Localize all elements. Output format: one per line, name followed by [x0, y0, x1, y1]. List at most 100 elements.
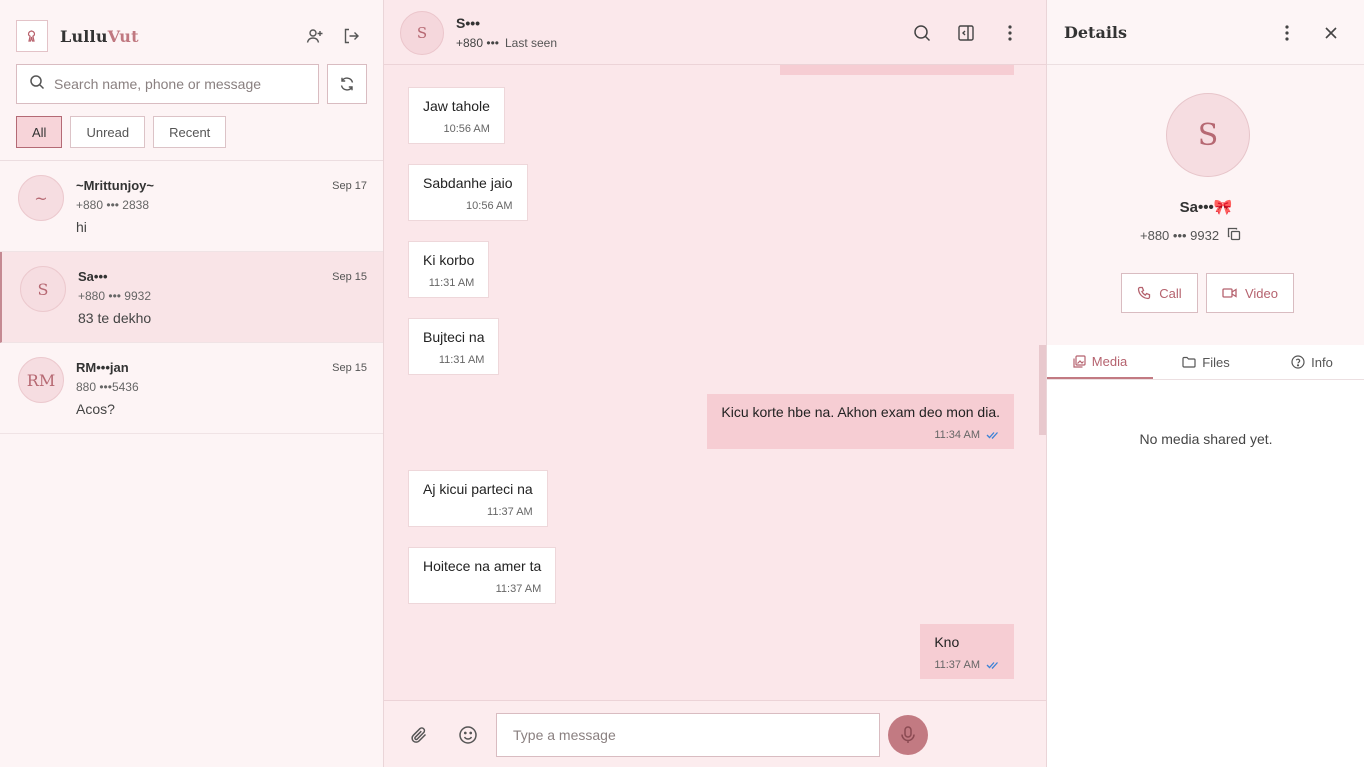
chat-preview: Acos?: [76, 401, 115, 417]
message-text: Jaw tahole: [423, 98, 490, 114]
avatar: RM: [18, 357, 64, 403]
chat-phone: 880 •••5436: [76, 380, 139, 394]
message-bubble-outgoing[interactable]: Kicu korte hbe na. Akhon exam deo mon di…: [707, 394, 1014, 449]
chat-list-item[interactable]: S Sa••• +880 ••• 9932 83 te dekho Sep 15: [0, 252, 383, 343]
tab-label: Media: [1091, 353, 1128, 369]
chat-date: Sep 15: [332, 362, 367, 374]
emoji-icon[interactable]: [457, 724, 479, 746]
microphone-icon: [901, 726, 915, 743]
chat-name: ~Mrittunjoy~: [76, 178, 155, 193]
chat-name: Sa•••: [78, 269, 108, 284]
search-icon: [29, 74, 45, 95]
message-bubble-incoming[interactable]: Ki korbo 11:31 AM: [408, 241, 490, 298]
details-title: Details: [1064, 23, 1127, 42]
chat-date: Sep 15: [332, 271, 367, 283]
avatar: S: [20, 266, 66, 312]
message-text: Kno: [934, 634, 960, 650]
details-tabs: Media Files Info: [1047, 345, 1364, 380]
phone-icon: [1138, 286, 1151, 300]
chat-sidebar: LulluVut All Unread Recent ~ ~Mrittunjoy…: [0, 0, 384, 767]
message-bubble-outgoing[interactable]: Kno 11:37 AM: [920, 624, 1014, 679]
message-time: 11:31 AM: [428, 277, 475, 289]
logout-icon[interactable]: [340, 25, 362, 47]
message-list[interactable]: Jaw tahole 10:56 AM Sabdanhe jaio 10:56 …: [384, 65, 1046, 700]
flower-icon: [16, 20, 48, 52]
contact-phone-row: +880 ••• 9932: [1140, 227, 1241, 244]
add-contact-icon[interactable]: [304, 25, 326, 47]
message-time: 11:37 AM: [495, 583, 542, 595]
last-seen: Last seen: [504, 36, 558, 50]
scrollbar-thumb[interactable]: [1039, 345, 1046, 435]
brand: LulluVut: [16, 20, 139, 52]
tab-files[interactable]: Files: [1153, 345, 1259, 379]
message-time: 11:37 AM: [487, 506, 533, 518]
video-button[interactable]: Video: [1206, 273, 1294, 313]
message-bubble-incoming[interactable]: Hoitece na amer ta 11:37 AM: [408, 547, 557, 604]
chat-date: Sep 17: [332, 180, 367, 192]
chat-list-item[interactable]: ~ ~Mrittunjoy~ +880 ••• 2838 hi Sep 17: [0, 161, 383, 252]
message-text: Aj kicui parteci na: [423, 481, 533, 497]
contact-phone: +880 •••: [456, 36, 499, 50]
contact-name: S•••: [456, 15, 481, 31]
message-text: Bujteci na: [423, 329, 485, 345]
message-bubble-incoming[interactable]: Bujteci na 11:31 AM: [408, 318, 500, 375]
message-bubble-partial: [780, 65, 1014, 75]
conversation-header: S S••• +880 ••• Last seen: [384, 0, 1046, 65]
chat-list-item[interactable]: RM RM•••jan 880 •••5436 Acos? Sep 15: [0, 343, 383, 434]
details-panel: Details S Sa•••🎀 +880 ••• 9932 Call Vide…: [1046, 0, 1364, 767]
refresh-button[interactable]: [327, 64, 367, 104]
filter-unread[interactable]: Unread: [70, 116, 146, 148]
details-header: Details: [1047, 0, 1364, 65]
empty-state-text: No media shared yet.: [1139, 431, 1273, 447]
message-text: Ki korbo: [423, 252, 475, 268]
avatar: S: [1166, 93, 1250, 177]
message-input[interactable]: [496, 713, 880, 757]
contact-profile: S Sa•••🎀 +880 ••• 9932 Call Video: [1047, 65, 1364, 345]
chat-preview: hi: [76, 219, 87, 235]
avatar[interactable]: S: [400, 11, 444, 55]
conversation-panel: S S••• +880 ••• Last seen Jaw tahole 10:…: [384, 0, 1046, 767]
chat-filters: All Unread Recent: [16, 116, 227, 148]
read-receipt-icon: [986, 662, 998, 669]
message-bubble-incoming[interactable]: Aj kicui parteci na 11:37 AM: [408, 470, 548, 527]
message-bubble-incoming[interactable]: Sabdanhe jaio 10:56 AM: [408, 164, 528, 221]
chat-list: ~ ~Mrittunjoy~ +880 ••• 2838 hi Sep 17 S…: [0, 161, 383, 434]
tab-label: Files: [1202, 354, 1230, 370]
contact-name: Sa•••🎀: [1179, 199, 1233, 216]
message-text: Hoitece na amer ta: [423, 558, 542, 574]
message-text: Kicu korte hbe na. Akhon exam deo mon di…: [721, 404, 1000, 420]
chat-preview: 83 te dekho: [78, 310, 152, 326]
chat-phone: +880 ••• 9932: [78, 289, 151, 303]
call-label: Call: [1159, 285, 1182, 301]
paperclip-icon[interactable]: [409, 724, 431, 746]
message-time: 11:31 AM: [438, 354, 485, 366]
call-button[interactable]: Call: [1121, 273, 1198, 313]
tab-info[interactable]: Info: [1259, 345, 1364, 379]
search-icon[interactable]: [910, 21, 934, 45]
avatar: ~: [18, 175, 64, 221]
chat-phone: +880 ••• 2838: [76, 198, 149, 212]
tab-label: Info: [1311, 354, 1333, 370]
message-time: 11:37 AM: [934, 659, 980, 671]
tab-media[interactable]: Media: [1047, 345, 1153, 379]
image-icon: [1073, 354, 1086, 368]
read-receipt-icon: [986, 432, 998, 439]
contact-status: +880 ••• Last seen: [456, 36, 557, 50]
search-input[interactable]: [54, 76, 304, 92]
message-time: 11:34 AM: [934, 429, 980, 441]
help-circle-icon: [1291, 355, 1305, 369]
microphone-button[interactable]: [888, 715, 928, 755]
message-time: 10:56 AM: [443, 123, 490, 135]
filter-all[interactable]: All: [16, 116, 63, 148]
copy-icon[interactable]: [1227, 227, 1241, 244]
contact-phone: +880 ••• 9932: [1140, 228, 1220, 243]
filter-recent[interactable]: Recent: [153, 116, 227, 148]
close-icon[interactable]: [1320, 22, 1342, 44]
toggle-panel-icon[interactable]: [954, 21, 978, 45]
search-box: [16, 64, 319, 104]
refresh-icon: [340, 77, 354, 91]
more-vertical-icon[interactable]: [1276, 22, 1298, 44]
more-vertical-icon[interactable]: [998, 21, 1022, 45]
message-composer: [384, 700, 1046, 767]
message-bubble-incoming[interactable]: Jaw tahole 10:56 AM: [408, 87, 505, 144]
